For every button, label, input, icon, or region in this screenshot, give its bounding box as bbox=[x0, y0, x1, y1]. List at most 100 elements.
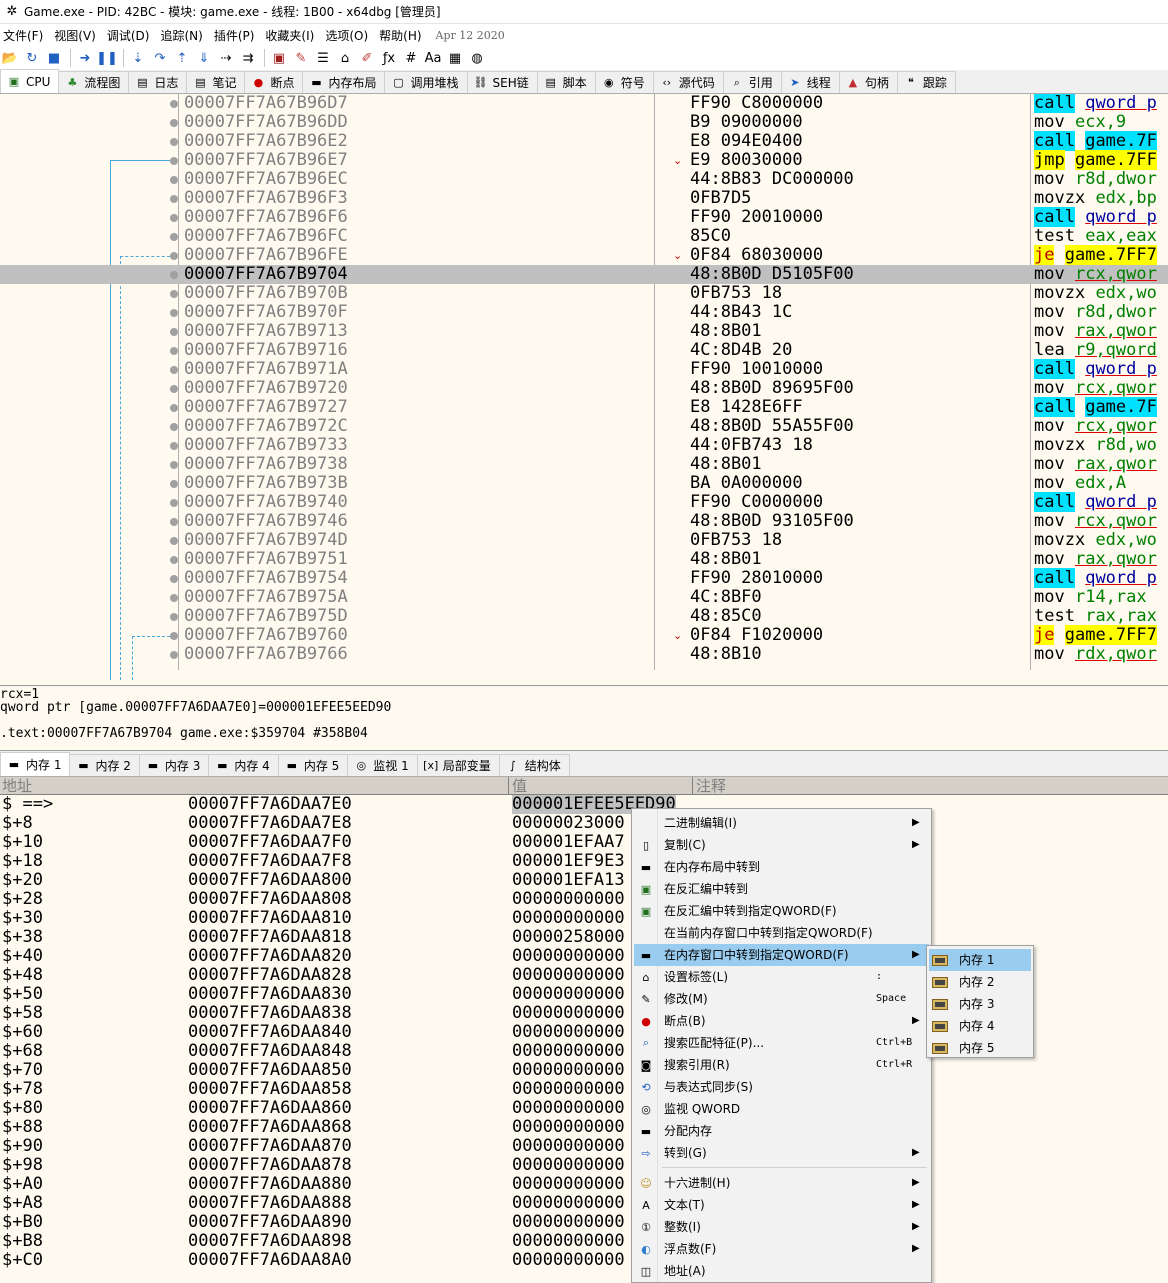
dump-tab[interactable]: ▬ 内存 2 bbox=[69, 754, 140, 776]
trace-into-button[interactable]: ⇢ bbox=[216, 48, 236, 68]
cpu-tab[interactable]: ➤ 线程 bbox=[780, 71, 840, 93]
disasm-row[interactable]: 00007FF7A67B9751 48:8B01 mov rax,qwor bbox=[0, 550, 1168, 569]
dump-row[interactable]: $+98 00007FF7A6DAA878 00000000000 bbox=[0, 1156, 1168, 1175]
breakpoint-dot[interactable] bbox=[170, 195, 178, 203]
breakpoint-dot[interactable] bbox=[170, 575, 178, 583]
breakpoint-dot[interactable] bbox=[170, 518, 178, 526]
dump-tab[interactable]: ∫ 结构体 bbox=[498, 754, 570, 776]
cpu-tab[interactable]: ▲ 句柄 bbox=[838, 71, 898, 93]
disasm-row[interactable]: 00007FF7A67B9746 48:8B0D 93105F00 mov rcx,… bbox=[0, 512, 1168, 531]
context-menu-item[interactable]: ◎ 监视 QWORD bbox=[634, 1098, 929, 1120]
disasm-row[interactable]: 00007FF7A67B96F3 0FB7D5 movzx edx,bp bbox=[0, 189, 1168, 208]
dump-row[interactable]: $+A0 00007FF7A6DAA880 00000000000 bbox=[0, 1175, 1168, 1194]
menu-item[interactable]: 选项(O) bbox=[322, 27, 376, 44]
menu-item[interactable]: 帮助(H) bbox=[376, 27, 429, 44]
disasm-row[interactable]: 00007FF7A67B96F6 FF90 20010000 call qword … bbox=[0, 207, 1168, 227]
dump-row[interactable]: $+28 00007FF7A6DAA808 00000000000 bbox=[0, 890, 1168, 909]
dump-row[interactable]: $+B0 00007FF7A6DAA890 00000000000 bbox=[0, 1213, 1168, 1232]
dump-tab[interactable]: ▬ 内存 4 bbox=[208, 754, 279, 776]
breakpoint-dot[interactable] bbox=[170, 233, 178, 241]
breakpoint-dot[interactable] bbox=[170, 594, 178, 602]
open-button[interactable]: 📂 bbox=[0, 48, 20, 68]
cpu-tab[interactable]: ▤ 脚本 bbox=[536, 71, 596, 93]
disasm-row[interactable]: 00007FF7A67B9713 48:8B01 mov rax,qwor bbox=[0, 322, 1168, 341]
context-menu-item[interactable]: ⌂ 设置标签(L): bbox=[634, 966, 929, 988]
run-to-user-button[interactable]: ⇓ bbox=[194, 48, 214, 68]
breakpoint-dot[interactable] bbox=[170, 100, 178, 108]
breakpoint-dot[interactable] bbox=[170, 176, 178, 184]
dump-row[interactable]: $+B8 00007FF7A6DAA898 00000000000 bbox=[0, 1232, 1168, 1251]
breakpoint-dot[interactable] bbox=[170, 632, 178, 640]
breakpoint-dot[interactable] bbox=[170, 252, 178, 260]
menu-item[interactable]: 视图(V) bbox=[51, 27, 104, 44]
context-menu-item[interactable]: ▬ 在内存布局中转到 bbox=[634, 856, 929, 878]
comment-button[interactable]: ☰ bbox=[313, 48, 333, 68]
context-menu-item[interactable]: ◙ 搜索引用(R) Ctrl+R bbox=[634, 1054, 929, 1076]
dump-tab[interactable]: [x] 局部变量 bbox=[416, 754, 500, 776]
dump-tab[interactable]: ▬ 内存 5 bbox=[277, 754, 349, 776]
cpu-tab[interactable]: ♣ 流程图 bbox=[58, 71, 130, 93]
disasm-row[interactable]: 00007FF7A67B9766 48:8B10 mov rdx,qwor bbox=[0, 645, 1168, 664]
disasm-row[interactable]: 00007FF7A67B96E7 ⌄ E9 80030000 jmp game.7FF bbox=[0, 150, 1168, 170]
dump-row[interactable]: $+10 00007FF7A6DAA7F0 000001EFAA7 bbox=[0, 833, 1168, 852]
bookmark-button[interactable]: ✐ bbox=[357, 48, 377, 68]
dump-row[interactable]: $+90 00007FF7A6DAA870 00000000000 bbox=[0, 1137, 1168, 1156]
cpu-tab[interactable]: ⌕ 引用 bbox=[722, 71, 782, 93]
breakpoint-dot[interactable] bbox=[170, 347, 178, 355]
hash-button[interactable]: # bbox=[401, 48, 421, 68]
disasm-row[interactable]: 00007FF7A67B96D7 FF90 C8000000 call qword … bbox=[0, 94, 1168, 113]
dump-row[interactable]: $+A8 00007FF7A6DAA888 00000000000 bbox=[0, 1194, 1168, 1213]
run-button[interactable]: ➜ bbox=[75, 48, 95, 68]
disasm-row[interactable]: 00007FF7A67B972C 48:8B0D 55A55F00 mov rcx,… bbox=[0, 417, 1168, 436]
disasm-row[interactable]: 00007FF7A67B96EC 44:8B83 DC000000 mov r8d,… bbox=[0, 170, 1168, 189]
disasm-row[interactable]: 00007FF7A67B9738 48:8B01 mov rax,qwor bbox=[0, 455, 1168, 474]
menu-item[interactable]: 收藏夹(I) bbox=[262, 27, 322, 44]
context-menu-item[interactable]: ⟲ 与表达式同步(S) bbox=[634, 1076, 929, 1098]
font-button[interactable]: Aa bbox=[423, 48, 443, 68]
menu-item[interactable]: 追踪(N) bbox=[157, 27, 210, 44]
disasm-row[interactable]: 00007FF7A67B96FE ⌄ 0F84 68030000 je game.7F… bbox=[0, 245, 1168, 265]
restart-button[interactable]: ↻ bbox=[22, 48, 42, 68]
disasm-row[interactable]: 00007FF7A67B96FC 85C0 test eax,eax bbox=[0, 227, 1168, 246]
breakpoint-dot[interactable] bbox=[170, 404, 178, 412]
context-menu-item[interactable]: 在当前内存窗口中转到指定QWORD(F) bbox=[634, 922, 929, 944]
disasm-row[interactable]: 00007FF7A67B9704 48:8B0D D5105F00 mov rcx,… bbox=[0, 265, 1168, 284]
breakpoint-dot[interactable] bbox=[170, 556, 178, 564]
breakpoint-dot[interactable] bbox=[170, 366, 178, 374]
dump-row[interactable]: $+20 00007FF7A6DAA800 000001EFA13 bbox=[0, 871, 1168, 890]
disassembly-view[interactable]: 00007FF7A67B96D7 FF90 C8000000 call qword … bbox=[0, 94, 1168, 686]
cpu-tab[interactable]: ▬ 内存布局 bbox=[302, 71, 386, 93]
context-menu-item[interactable]: ⌕ 搜索匹配特征(P)... Ctrl+B bbox=[634, 1032, 929, 1054]
submenu-item[interactable]: 内存 5 bbox=[929, 1037, 1031, 1059]
dump-tab[interactable]: ◎ 监视 1 bbox=[347, 754, 418, 776]
disasm-row[interactable]: 00007FF7A67B975D 48:85C0 test rax,rax bbox=[0, 607, 1168, 626]
context-menu-item[interactable]: ▯ 复制(C) ▶ bbox=[634, 834, 929, 856]
breakpoint-dot[interactable] bbox=[170, 480, 178, 488]
globe-button[interactable]: ◍ bbox=[467, 48, 487, 68]
dump-row[interactable]: $+30 00007FF7A6DAA810 00000000000 bbox=[0, 909, 1168, 928]
trace-over-button[interactable]: ⇉ bbox=[238, 48, 258, 68]
disasm-row[interactable]: 00007FF7A67B971A FF90 10010000 call qword … bbox=[0, 359, 1168, 379]
breakpoint-dot[interactable] bbox=[170, 271, 178, 279]
context-menu-item[interactable]: ① 整数(I) ▶ bbox=[634, 1216, 929, 1238]
menu-item[interactable]: 调试(D) bbox=[104, 27, 158, 44]
dump-row[interactable]: $ ==> 00007FF7A6DAA7E0 000001EFEE5EED90 bbox=[0, 795, 1168, 814]
menu-item[interactable]: 文件(F) bbox=[0, 27, 51, 44]
context-menu-item[interactable]: 二进制编辑(I) ▶ bbox=[634, 812, 929, 834]
dump-row[interactable]: $+8 00007FF7A6DAA7E8 00000023000 bbox=[0, 814, 1168, 833]
breakpoint-dot[interactable] bbox=[170, 119, 178, 127]
disasm-row[interactable]: 00007FF7A67B9727 E8 1428E6FF call game.7F bbox=[0, 397, 1168, 417]
context-menu-item[interactable]: ✎ 修改(M) Space bbox=[634, 988, 929, 1010]
context-menu-item[interactable]: A 文本(T) ▶ bbox=[634, 1194, 929, 1216]
cpu-tab[interactable]: ● 断点 bbox=[244, 71, 304, 93]
disasm-row[interactable]: 00007FF7A67B9740 FF90 C0000000 call qword … bbox=[0, 492, 1168, 512]
menu-item[interactable]: 插件(P) bbox=[211, 27, 263, 44]
context-menu-item[interactable]: ▬ 分配内存 bbox=[634, 1120, 929, 1142]
disasm-row[interactable]: 00007FF7A67B9720 48:8B0D 89695F00 mov rcx,… bbox=[0, 379, 1168, 398]
breakpoint-dot[interactable] bbox=[170, 214, 178, 222]
breakpoint-dot[interactable] bbox=[170, 613, 178, 621]
dump-row[interactable]: $+C0 00007FF7A6DAA8A0 00000000000 bbox=[0, 1251, 1168, 1270]
disasm-row[interactable]: 00007FF7A67B970B 0FB753 18 movzx edx,wo bbox=[0, 284, 1168, 303]
step-into-button[interactable]: ⇣ bbox=[128, 48, 148, 68]
disasm-row[interactable]: 00007FF7A67B9754 FF90 28010000 call qword … bbox=[0, 568, 1168, 588]
